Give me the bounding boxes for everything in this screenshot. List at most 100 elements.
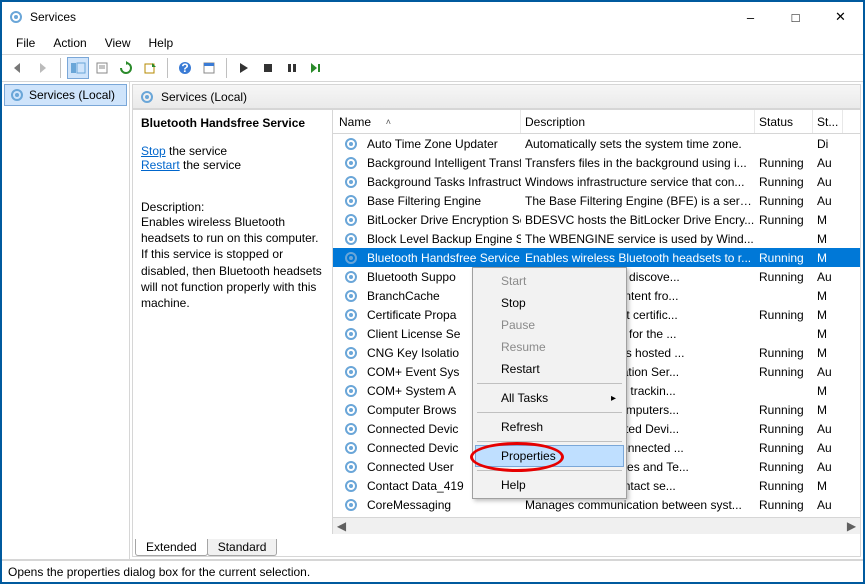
pause-service-button[interactable] [281, 57, 303, 79]
service-row[interactable]: Base Filtering Engine The Base Filtering … [333, 191, 860, 210]
service-status: Running [755, 460, 813, 474]
gear-icon [343, 402, 359, 418]
gear-icon [343, 345, 359, 361]
service-description: BDESVC hosts the BitLocker Drive Encry..… [521, 213, 755, 227]
service-startup: Au [813, 441, 843, 455]
scroll-right-icon[interactable]: ▶ [843, 518, 860, 535]
service-description: Enables wireless Bluetooth headsets to r… [521, 251, 755, 265]
tree-root-services-local[interactable]: Services (Local) [4, 84, 127, 106]
service-name: Bluetooth Suppo [367, 270, 456, 284]
service-name: Certificate Propa [367, 308, 456, 322]
gear-icon [343, 269, 359, 285]
forward-button[interactable] [32, 57, 54, 79]
service-startup: Au [813, 175, 843, 189]
service-name: CoreMessaging [367, 498, 451, 512]
gear-icon [343, 497, 359, 513]
statusbar: Opens the properties dialog box for the … [2, 560, 863, 582]
minimize-button[interactable]: – [728, 2, 773, 32]
service-status: Running [755, 498, 813, 512]
context-menu-item-all-tasks[interactable]: All Tasks▸ [475, 387, 624, 409]
gear-icon [343, 250, 359, 266]
menu-help[interactable]: Help [141, 34, 182, 52]
view-tabs: Extended Standard [133, 534, 860, 556]
gear-icon [343, 231, 359, 247]
tab-standard[interactable]: Standard [207, 539, 278, 556]
service-startup: Au [813, 194, 843, 208]
detail-pane: Bluetooth Handsfree Service Stop the ser… [133, 110, 333, 534]
context-menu-separator [477, 412, 622, 413]
service-startup: M [813, 327, 843, 341]
context-menu-item-restart[interactable]: Restart [475, 358, 624, 380]
menu-view[interactable]: View [97, 34, 139, 52]
service-row[interactable]: Background Tasks Infrastruct...Windows i… [333, 172, 860, 191]
restart-suffix: the service [180, 158, 241, 172]
service-name: Base Filtering Engine [367, 194, 481, 208]
service-status: Running [755, 156, 813, 170]
window-title: Services [30, 10, 728, 24]
service-startup: M [813, 232, 843, 246]
horizontal-scrollbar[interactable]: ◀ ▶ [333, 517, 860, 534]
gear-icon [343, 440, 359, 456]
description-label: Description: [141, 200, 324, 214]
export-list-button[interactable] [139, 57, 161, 79]
pane-header-title: Services (Local) [161, 90, 247, 104]
titlebar: Services – □ ✕ [2, 2, 863, 32]
stop-service-link[interactable]: Stop [141, 144, 166, 158]
service-name: Client License Se [367, 327, 460, 341]
context-menu-item-pause: Pause [475, 314, 624, 336]
service-row[interactable]: Auto Time Zone Updater Automatically sets… [333, 134, 860, 153]
service-name: Background Intelligent Transf... [367, 156, 521, 170]
gear-icon [343, 364, 359, 380]
tree-root-label: Services (Local) [29, 88, 115, 102]
close-button[interactable]: ✕ [818, 2, 863, 32]
start-service-button[interactable] [233, 57, 255, 79]
column-description[interactable]: Description [521, 110, 755, 133]
sort-asc-icon: ˄ [386, 117, 391, 127]
context-menu-item-stop[interactable]: Stop [475, 292, 624, 314]
service-description: Automatically sets the system time zone. [521, 137, 755, 151]
service-row[interactable]: Block Level Backup Engine Se...The WBENG… [333, 229, 860, 248]
service-startup: Au [813, 460, 843, 474]
column-status[interactable]: Status [755, 110, 813, 133]
restart-service-link[interactable]: Restart [141, 158, 180, 172]
help-topics-button[interactable] [198, 57, 220, 79]
context-menu-item-help[interactable]: Help [475, 474, 624, 496]
context-menu-item-refresh[interactable]: Refresh [475, 416, 624, 438]
menu-action[interactable]: Action [45, 34, 94, 52]
tab-extended[interactable]: Extended [135, 539, 208, 556]
service-status: Running [755, 194, 813, 208]
context-menu-item-resume: Resume [475, 336, 624, 358]
service-description: Transfers files in the background using … [521, 156, 755, 170]
stop-service-button[interactable] [257, 57, 279, 79]
list-header: Name ˄ Description Status St... [333, 110, 860, 134]
menu-file[interactable]: File [8, 34, 43, 52]
column-name[interactable]: Name ˄ [333, 110, 521, 133]
gear-icon [343, 478, 359, 494]
service-name: Auto Time Zone Updater [367, 137, 498, 151]
service-name: Connected Devic [367, 422, 458, 436]
back-button[interactable] [8, 57, 30, 79]
context-menu-item-properties[interactable]: Properties [475, 445, 624, 467]
scroll-left-icon[interactable]: ◀ [333, 518, 350, 535]
maximize-button[interactable]: □ [773, 2, 818, 32]
service-status: Running [755, 365, 813, 379]
restart-service-button[interactable] [305, 57, 327, 79]
svg-text:?: ? [181, 61, 188, 75]
service-row[interactable]: Background Intelligent Transf...Transfer… [333, 153, 860, 172]
service-startup: M [813, 384, 843, 398]
service-name: BranchCache [367, 289, 440, 303]
service-startup: Au [813, 365, 843, 379]
column-startup-type[interactable]: St... [813, 110, 843, 133]
service-row[interactable]: Bluetooth Handsfree ServiceEnables wirel… [333, 248, 860, 267]
context-menu-separator [477, 470, 622, 471]
service-description: The Base Filtering Engine (BFE) is a ser… [521, 194, 755, 208]
refresh-button[interactable] [115, 57, 137, 79]
gear-icon [343, 212, 359, 228]
service-startup: M [813, 213, 843, 227]
show-hide-tree-button[interactable] [67, 57, 89, 79]
help-toolbar-button[interactable]: ? [174, 57, 196, 79]
properties-toolbar-button[interactable] [91, 57, 113, 79]
service-status: Running [755, 441, 813, 455]
service-row[interactable]: BitLocker Drive Encryption Se...BDESVC h… [333, 210, 860, 229]
service-description: The WBENGINE service is used by Wind... [521, 232, 755, 246]
